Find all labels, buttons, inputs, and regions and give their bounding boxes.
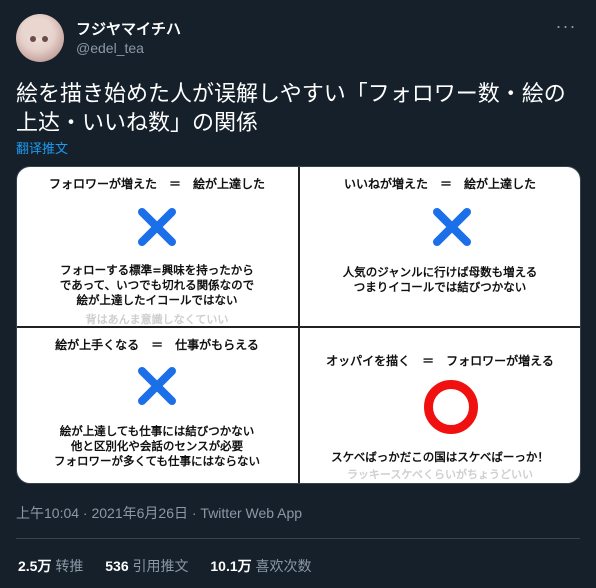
panel-likes: いいねが増えた ＝ 絵が上達した 人気のジャンルに行けば母数も増える つまりイコ… [300,167,580,325]
panel-body-line: 人気のジャンルに行けば母数も増える [342,265,538,279]
tweet-text: 絵を描き始めた人が误解しやすい「フォロワー数・絵の上达・いいね数」の関係 [16,82,566,136]
tweet-stats: 2.5万 转推 536 引用推文 10.1万 喜欢次数 [18,556,330,576]
panel-followers: フォロワーが増えた ＝ 絵が上達した フォローする標準=興味を持ったから であっ… [17,167,297,326]
more-options-icon[interactable]: ··· [552,17,580,40]
panel-faint-note: ラッキースケベくらいがちょうどいい [346,468,534,481]
panel-title: 絵が上手くなる ＝ 仕事がもらえる [55,338,259,352]
cross-mark-icon [138,208,176,246]
panel-body-line: であって、いつでも切れる関係なので [59,278,255,292]
panel-title: いいねが増えた ＝ 絵が上達した [343,177,536,191]
avatar-hair [22,18,52,38]
panel-body-line: 絵が上達しても仕事には結びつかない [59,424,255,438]
panel-body-line: 絵が上達したイコールではない [76,293,238,307]
cross-mark-icon [138,367,176,405]
tweet-image[interactable]: フォロワーが増えた ＝ 絵が上達した フォローする標準=興味を持ったから であっ… [16,166,581,484]
avatar-eye-right [42,36,48,42]
tweet: フジヤマイチハ @edel_tea ··· 絵を描き始めた人が误解しやすい「フォ… [0,0,596,588]
panel-body-line: つまりイコールでは結びつかない [353,280,527,294]
panel-title: オッパイを描く ＝ フォロワーが増える [326,354,554,368]
likes-stat[interactable]: 10.1万 喜欢次数 [210,558,311,574]
likes-count: 10.1万 [210,558,252,574]
panel-body-line: フォロワーが多くても仕事にはならない [53,454,261,468]
panel-faint-note: 背はあんま意識しなくていい [85,313,229,326]
avatar-eye-left [30,36,36,42]
circle-mark-icon [424,380,478,434]
cross-mark-icon [433,208,471,246]
panel-body-line: スケベばっかだこの国はスケベばーっか！ [331,450,549,464]
quotes-stat[interactable]: 536 引用推文 [105,558,188,574]
tweet-timestamp[interactable]: 上午10:04 · 2021年6月26日 · Twitter Web App [16,503,302,523]
panel-oppai: オッパイを描く ＝ フォロワーが増える スケベばっかだこの国はスケベばーっか！ … [300,328,580,483]
retweets-stat[interactable]: 2.5万 转推 [18,558,83,574]
tweet-header: フジヤマイチハ @edel_tea ··· [16,14,580,62]
avatar[interactable] [16,14,64,62]
user-handle[interactable]: @edel_tea [76,40,144,56]
display-name[interactable]: フジヤマイチハ [76,18,181,39]
panel-skill-work: 絵が上手くなる ＝ 仕事がもらえる 絵が上達しても仕事には結びつかない 他と区別… [17,328,297,483]
translate-tweet-link[interactable]: 翻译推文 [16,138,68,157]
panel-title: フォロワーが増えた ＝ 絵が上達した [48,177,265,191]
retweets-label: 转推 [55,558,84,574]
quotes-label: 引用推文 [132,558,189,574]
quotes-count: 536 [105,558,129,574]
panel-body-line: 他と区別化や会話のセンスが必要 [70,439,244,453]
panel-body-line: フォローする標準=興味を持ったから [60,263,254,277]
retweets-count: 2.5万 [18,558,52,574]
likes-label: 喜欢次数 [255,558,312,574]
divider [16,538,580,539]
